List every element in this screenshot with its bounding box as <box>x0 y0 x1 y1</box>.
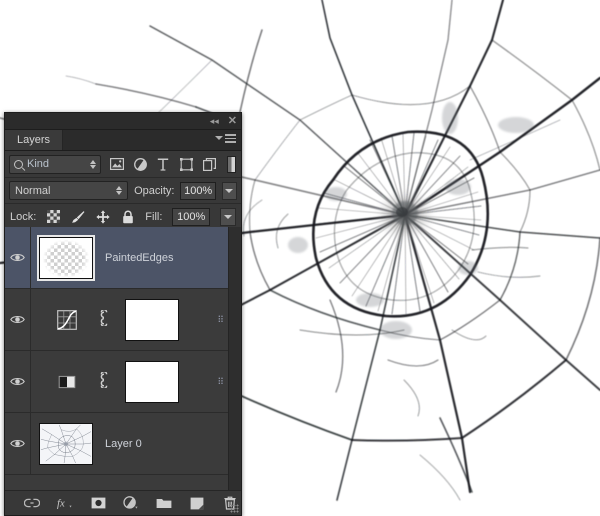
layer-visibility-toggle[interactable] <box>5 413 31 474</box>
filter-enable-toggle[interactable] <box>227 155 236 173</box>
close-icon[interactable]: ✕ <box>228 114 237 128</box>
svg-text:fx: fx <box>57 499 65 510</box>
panel-tab-strip[interactable]: Layers <box>5 130 241 151</box>
smart-object-filter-icon[interactable] <box>202 157 216 171</box>
layer-row[interactable]: Layer 0 <box>5 413 241 475</box>
panel-title-bar[interactable]: ◂◂ ✕ <box>5 113 241 130</box>
layer-row[interactable]: PaintedEdges <box>5 227 241 289</box>
fill-label: Fill: <box>145 210 163 223</box>
new-group-folder-icon[interactable] <box>156 495 172 511</box>
blend-mode-stepper-icon[interactable] <box>116 186 123 195</box>
new-adjustment-layer-icon[interactable] <box>123 495 139 511</box>
lock-label: Lock: <box>10 210 37 223</box>
panel-menu-icon[interactable] <box>215 134 236 143</box>
lock-image-pixels-brush-icon[interactable] <box>71 210 85 224</box>
collapse-to-icons-icon[interactable]: ◂◂ <box>210 114 219 128</box>
opacity-dropdown-icon[interactable] <box>221 181 237 200</box>
panel-menu-lines-icon <box>225 134 236 143</box>
lock-position-move-icon[interactable] <box>96 209 110 224</box>
blend-mode-row[interactable]: Normal Opacity: 100% <box>5 178 241 204</box>
layer-name-label: Layer 0 <box>105 437 142 450</box>
filter-kind-stepper-icon[interactable] <box>90 159 96 169</box>
layer-row-dots: ⠿ <box>217 376 225 386</box>
screenshot-stage: ◂◂ ✕ Layers Kind Normal Opacity: 100% Lo… <box>0 0 600 516</box>
eye-icon <box>10 316 25 323</box>
layer-name-label: PaintedEdges <box>105 251 174 264</box>
new-layer-icon[interactable] <box>189 495 205 511</box>
shape-layer-filter-icon[interactable] <box>179 157 193 171</box>
eye-icon <box>10 254 25 261</box>
fill-dropdown-icon[interactable] <box>219 207 236 226</box>
layer-thumbnail[interactable] <box>39 422 93 465</box>
curves-adjustment-icon[interactable] <box>57 309 77 330</box>
cracked-glass-thumb-icon <box>40 423 92 464</box>
layers-panel-footer[interactable]: fx <box>5 490 241 515</box>
layer-mask-thumbnail[interactable] <box>125 360 179 403</box>
lock-transparent-pixels-icon[interactable] <box>46 210 60 224</box>
filter-kind-value: Kind <box>27 158 50 170</box>
filter-kind-select[interactable]: Kind <box>9 154 101 174</box>
add-layer-mask-icon[interactable] <box>90 495 106 511</box>
tab-layers-label: Layers <box>17 134 51 146</box>
eye-icon <box>10 378 25 385</box>
layers-panel[interactable]: ◂◂ ✕ Layers Kind Normal Opacity: 100% Lo… <box>4 112 242 516</box>
layer-style-fx-icon[interactable]: fx <box>57 495 73 511</box>
layer-visibility-toggle[interactable] <box>5 351 31 412</box>
pixel-layer-filter-icon[interactable] <box>110 157 124 171</box>
lock-all-padlock-icon[interactable] <box>121 210 135 224</box>
eye-icon <box>10 440 25 447</box>
layer-list-scrollbar[interactable] <box>228 227 241 490</box>
search-icon <box>14 159 23 169</box>
type-layer-filter-icon[interactable] <box>156 157 170 171</box>
panel-resize-grip[interactable] <box>230 504 239 513</box>
link-layers-icon[interactable] <box>24 495 40 511</box>
gradient-map-adjustment-icon[interactable] <box>57 372 77 392</box>
fill-input[interactable]: 100% <box>172 207 210 226</box>
layer-row-dots: ⠿ <box>217 314 225 324</box>
panel-menu-caret-icon <box>215 136 223 141</box>
link-layer-mask-icon[interactable] <box>99 308 109 329</box>
layer-thumbnail[interactable] <box>37 234 95 281</box>
layer-row[interactable]: ⠿ <box>5 351 241 413</box>
layer-filter-row[interactable]: Kind <box>5 151 241 178</box>
adjustment-layer-filter-icon[interactable] <box>133 157 147 171</box>
tab-layers[interactable]: Layers <box>5 130 64 150</box>
opacity-label: Opacity: <box>134 184 175 197</box>
blend-mode-value: Normal <box>15 184 51 197</box>
blend-mode-select[interactable]: Normal <box>9 181 129 200</box>
layer-list[interactable]: PaintedEdges ⠿ ⠿ Layer 0 <box>5 227 241 490</box>
link-layer-mask-icon[interactable] <box>99 370 109 391</box>
layer-visibility-toggle[interactable] <box>5 227 31 288</box>
layer-visibility-toggle[interactable] <box>5 289 31 350</box>
layer-mask-thumbnail[interactable] <box>125 298 179 341</box>
layer-row[interactable]: ⠿ <box>5 289 241 351</box>
opacity-input[interactable]: 100% <box>180 181 216 200</box>
transparency-checker-icon <box>40 237 92 278</box>
